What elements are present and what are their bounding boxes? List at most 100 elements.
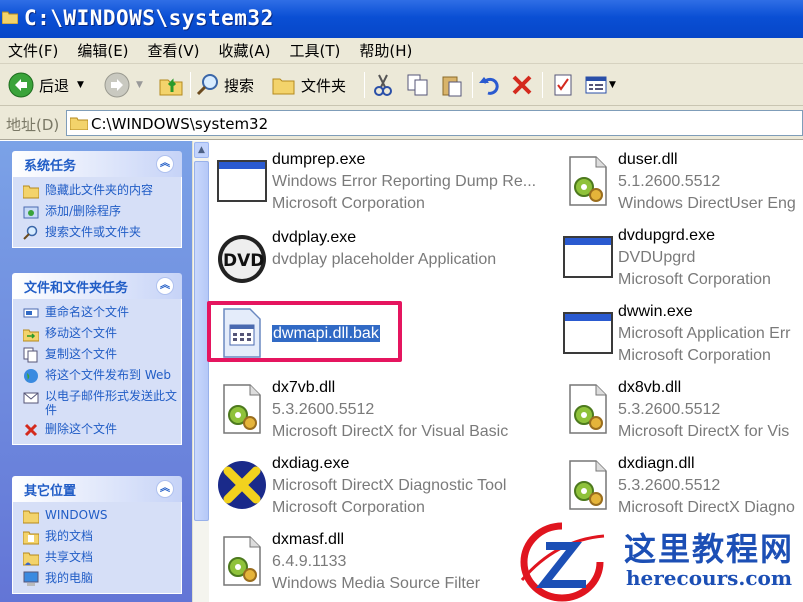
system-tasks-header[interactable]: 系统任务 ︽ xyxy=(12,151,182,177)
task-move-file[interactable]: 移动这个文件 xyxy=(23,326,177,342)
window-title: C:\WINDOWS\system32 xyxy=(24,6,274,30)
delete-x-icon xyxy=(512,75,532,95)
task-add-remove-programs[interactable]: 添加/删除程序 xyxy=(23,204,177,220)
svg-text:DVD: DVD xyxy=(223,251,264,271)
file-company: Microsoft Corporation xyxy=(618,271,771,288)
file-item[interactable]: DVD dvdplay.exe dvdplay placeholder Applic… xyxy=(210,223,510,295)
file-details: dxmasf.dll 6.4.9.1133 Windows Media Source… xyxy=(272,529,480,595)
back-button[interactable]: 后退 ▼ xyxy=(8,70,84,100)
file-company: Microsoft Corporation xyxy=(618,347,771,364)
undo-button[interactable] xyxy=(478,70,502,100)
views-dropdown-icon[interactable]: ▼ xyxy=(609,80,616,90)
file-details: dx8vb.dll 5.3.2600.5512 Microsoft DirectX … xyxy=(618,377,789,443)
task-hide-folder-contents[interactable]: 隐藏此文件夹的内容 xyxy=(23,183,177,199)
up-folder-button[interactable] xyxy=(158,70,184,100)
collapse-icon[interactable]: ︽ xyxy=(156,480,174,498)
paste-button[interactable] xyxy=(440,70,464,100)
file-item[interactable]: dx8vb.dll 5.3.2600.5512 Microsoft DirectX … xyxy=(556,373,803,445)
menu-file[interactable]: 文件(F) xyxy=(8,40,58,61)
task-search-files[interactable]: 搜索文件或文件夹 xyxy=(23,225,177,241)
up-folder-icon xyxy=(159,78,183,96)
back-dropdown-icon[interactable]: ▼ xyxy=(77,80,84,90)
copy-icon xyxy=(407,74,428,96)
task-label: 复制这个文件 xyxy=(45,347,118,361)
menu-tools[interactable]: 工具(T) xyxy=(289,40,340,61)
delete-button[interactable] xyxy=(510,70,534,100)
file-item[interactable]: dwwin.exe Microsoft Application Err Micros… xyxy=(556,297,803,369)
place-shared-documents[interactable]: 共享文档 xyxy=(23,550,177,566)
file-item[interactable]: dvdupgrd.exe DVDUpgrd Microsoft Corporatio… xyxy=(556,221,803,293)
file-details: dwwin.exe Microsoft Application Err Micros… xyxy=(618,301,791,367)
views-button[interactable]: ▼ xyxy=(584,70,616,100)
menu-edit[interactable]: 编辑(E) xyxy=(77,40,128,61)
properties-icon xyxy=(554,74,572,96)
file-item[interactable]: duser.dll 5.1.2600.5512 Windows DirectUser… xyxy=(556,145,803,217)
address-bar: 地址(D) C:\WINDOWS\system32 xyxy=(0,106,803,140)
other-places-title: 其它位置 xyxy=(24,483,77,499)
copy-button[interactable] xyxy=(406,70,430,100)
rename-icon xyxy=(23,308,39,318)
collapse-icon[interactable]: ︽ xyxy=(156,277,174,295)
address-label: 地址(D) xyxy=(6,116,60,134)
place-my-documents[interactable]: 我的文档 xyxy=(23,529,177,545)
folders-label: 文件夹 xyxy=(301,76,347,95)
menu-favorites[interactable]: 收藏(A) xyxy=(219,40,271,61)
properties-button[interactable] xyxy=(552,70,574,100)
menu-bar: 文件(F) 编辑(E) 查看(V) 收藏(A) 工具(T) 帮助(H) xyxy=(0,38,803,64)
task-rename-file[interactable]: 重命名这个文件 xyxy=(23,305,177,321)
file-name: dxdiag.exe xyxy=(272,455,350,472)
file-tasks-title: 文件和文件夹任务 xyxy=(24,280,129,296)
place-windows[interactable]: WINDOWS xyxy=(23,508,177,524)
file-name: dxmasf.dll xyxy=(272,531,345,548)
place-label: 我的电脑 xyxy=(45,571,94,585)
task-delete-file[interactable]: 删除这个文件 xyxy=(23,422,177,438)
scroll-up-icon[interactable]: ▲ xyxy=(194,142,209,158)
place-label: WINDOWS xyxy=(45,508,108,522)
file-description: 5.3.2600.5512 xyxy=(618,477,721,494)
other-places-header[interactable]: 其它位置 ︽ xyxy=(12,476,182,502)
file-description: 5.3.2600.5512 xyxy=(618,401,721,418)
collapse-icon[interactable]: ︽ xyxy=(156,155,174,173)
search-button[interactable]: 搜索 xyxy=(196,70,254,100)
task-publish-web[interactable]: 将这个文件发布到 Web xyxy=(23,368,177,384)
file-tasks-header[interactable]: 文件和文件夹任务 ︽ xyxy=(12,273,182,299)
file-description: dvdplay placeholder Application xyxy=(272,251,497,268)
file-item[interactable]: dumprep.exe Windows Error Reporting Dump … xyxy=(210,145,536,217)
copy-icon xyxy=(23,347,38,363)
file-tasks-panel: 文件和文件夹任务 ︽ 重命名这个文件 移动这个文件 复制这个文件 将这个文件发布… xyxy=(12,273,182,445)
file-item[interactable]: dxdiag.exe Microsoft DirectX Diagnostic T… xyxy=(210,449,510,521)
menu-help[interactable]: 帮助(H) xyxy=(359,40,412,61)
address-value: C:\WINDOWS\system32 xyxy=(91,115,269,133)
search-icon xyxy=(23,225,38,240)
search-icon xyxy=(196,74,218,96)
my-documents-icon xyxy=(23,531,39,545)
file-company: Microsoft DirectX for Vis xyxy=(618,423,790,440)
address-input[interactable]: C:\WINDOWS\system32 xyxy=(66,110,803,136)
file-description: 6.4.9.1133 xyxy=(272,553,347,570)
file-details: duser.dll 5.1.2600.5512 Windows DirectUser… xyxy=(618,149,796,215)
file-name: dvdplay.exe xyxy=(272,229,357,246)
file-company: Microsoft Corporation xyxy=(272,499,425,516)
file-details: dxdiagn.dll 5.3.2600.5512 Microsoft Direct… xyxy=(618,453,795,519)
dvd-icon: DVD xyxy=(218,235,266,283)
folders-button[interactable]: 文件夹 xyxy=(272,70,346,100)
place-my-computer[interactable]: 我的电脑 xyxy=(23,571,177,587)
task-copy-file[interactable]: 复制这个文件 xyxy=(23,347,177,363)
file-details: dx7vb.dll 5.3.2600.5512 Microsoft DirectX … xyxy=(272,377,508,443)
vertical-scrollbar[interactable]: ▲ xyxy=(192,141,209,602)
file-company: Windows Media Source Filter xyxy=(272,575,481,592)
views-icon xyxy=(585,76,607,94)
forward-dropdown-icon[interactable]: ▼ xyxy=(136,80,143,90)
forward-button[interactable]: ▼ xyxy=(104,70,143,100)
move-icon xyxy=(23,329,39,342)
file-item[interactable]: dx7vb.dll 5.3.2600.5512 Microsoft DirectX … xyxy=(210,373,510,445)
file-company: Microsoft DirectX for Visual Basic xyxy=(272,423,509,440)
file-item[interactable]: dxdiagn.dll 5.3.2600.5512 Microsoft Direct… xyxy=(556,449,803,521)
file-description: DVDUpgrd xyxy=(618,249,696,266)
cut-button[interactable] xyxy=(372,70,394,100)
file-item[interactable]: dxmasf.dll 6.4.9.1133 Windows Media Source… xyxy=(210,525,510,597)
task-email-file[interactable]: 以电子邮件形式发送此文件 xyxy=(23,389,177,417)
scissors-icon xyxy=(374,74,392,96)
title-bar: C:\WINDOWS\system32 xyxy=(0,0,803,38)
menu-view[interactable]: 查看(V) xyxy=(148,40,200,61)
